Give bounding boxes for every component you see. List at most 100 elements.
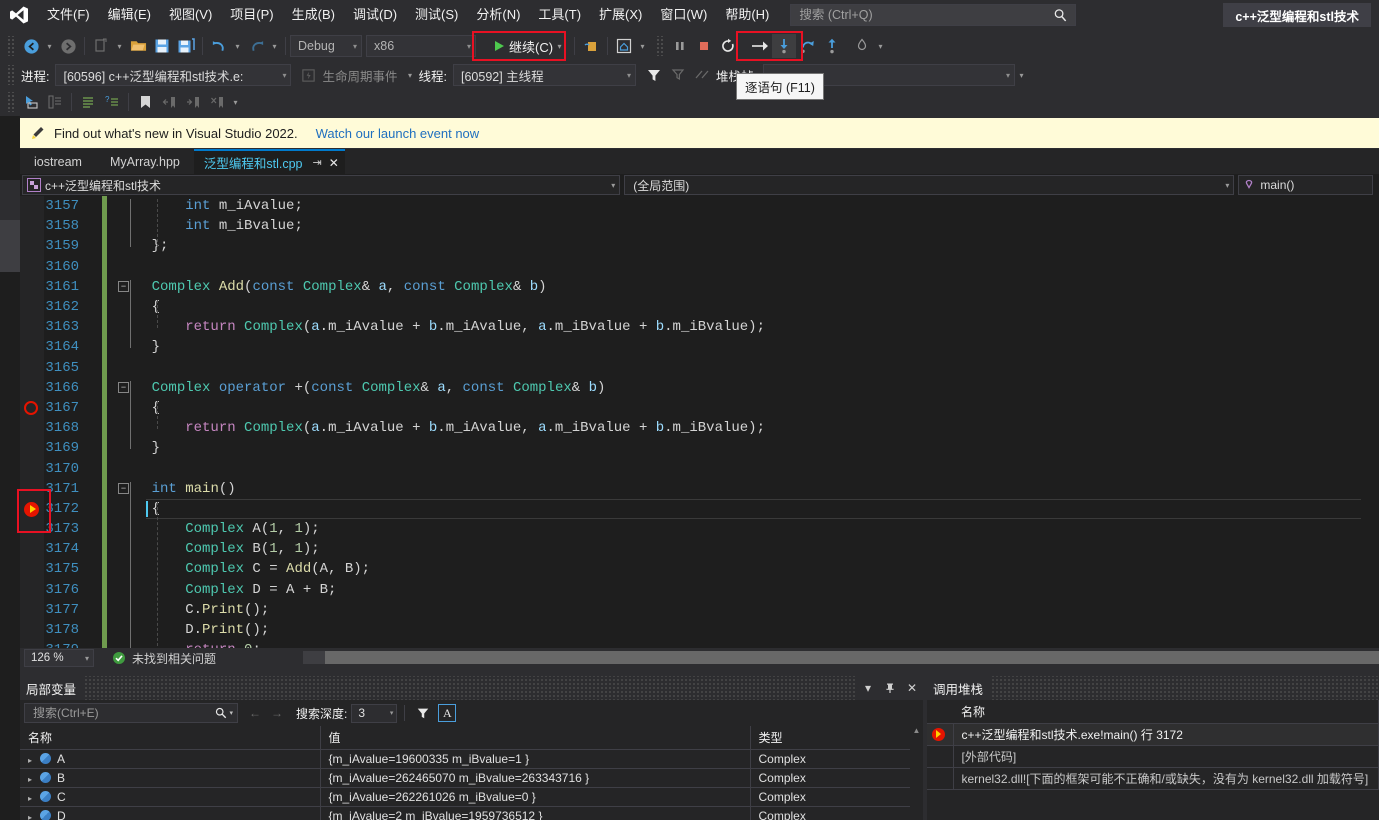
notification-link[interactable]: Watch our launch event now	[316, 126, 480, 141]
expand-row-icon[interactable]: ▸	[28, 794, 40, 803]
flag-filter-icon[interactable]	[666, 63, 690, 87]
locals-cell-name[interactable]: ▸ D	[20, 806, 321, 820]
menu-analyze[interactable]: 分析(N)	[467, 3, 529, 27]
uncomment-selection-icon[interactable]: ?	[100, 90, 124, 114]
hot-reload-icon[interactable]	[850, 34, 874, 58]
toolbar-grip[interactable]	[655, 36, 666, 56]
locals-vertical-scrollbar[interactable]: ▲	[910, 726, 923, 820]
search-options-dropdown[interactable]: ▾	[229, 709, 233, 717]
toolbar-grip[interactable]	[6, 65, 16, 85]
member-scope-combo[interactable]: (全局范围) ▾	[624, 175, 1235, 195]
menu-view[interactable]: 视图(V)	[160, 3, 221, 27]
code-editor[interactable]: 3157 int m_iAvalue; 3158 int m_iBvalue; 31…	[20, 196, 1379, 648]
locals-row[interactable]: ▸ C {m_iAvalue=262261026 m_iBvalue=0 } Comp…	[20, 787, 923, 807]
code-line[interactable]: 3166 Complex operator +(const Complex& a…	[20, 377, 1379, 398]
menu-build[interactable]: 生成(B)	[283, 3, 344, 27]
process-combo[interactable]: [60596] c++泛型编程和stl技术.e: ▾	[55, 64, 292, 86]
locals-col-type[interactable]: 类型	[750, 726, 923, 750]
parallel-stacks-icon[interactable]	[690, 63, 714, 87]
locals-search-box[interactable]: ▾	[24, 703, 238, 723]
call-stack-frame-name[interactable]: c++泛型编程和stl技术.exe!main() 行 3172	[953, 723, 1379, 746]
next-bookmark-icon[interactable]	[181, 90, 205, 114]
locals-cell-value[interactable]: {m_iAvalue=262261026 m_iBvalue=0 }	[320, 787, 751, 807]
code-line[interactable]: 3162 {	[20, 296, 1379, 318]
toolbar-grip[interactable]	[6, 36, 16, 56]
show-next-statement-icon[interactable]	[748, 34, 772, 58]
project-scope-combo[interactable]: c++泛型编程和stl技术 ▾	[22, 175, 621, 195]
code-line[interactable]: 3160	[20, 256, 1379, 277]
code-line[interactable]: 3168 return Complex(a.m_iAvalue + b.m_iA…	[20, 418, 1379, 439]
locals-row[interactable]: ▸ A {m_iAvalue=19600335 m_iBvalue=1 } Compl…	[20, 749, 923, 769]
funnel-icon[interactable]	[412, 702, 434, 724]
horizontal-scrollbar[interactable]	[303, 651, 1379, 664]
search-next-icon[interactable]: →	[266, 702, 288, 724]
clear-bookmarks-icon[interactable]	[205, 90, 229, 114]
code-line[interactable]: 3157 int m_iAvalue;	[20, 196, 1379, 217]
match-case-A-icon[interactable]: A	[438, 704, 457, 722]
call-stack-row[interactable]: c++泛型编程和stl技术.exe!main() 行 3172	[927, 723, 1379, 746]
code-line[interactable]: 3169 }	[20, 438, 1379, 459]
panel-drag-area[interactable]	[84, 676, 857, 700]
restart-icon[interactable]	[716, 34, 740, 58]
code-line[interactable]: 3161 Complex Add(const Complex& a, const…	[20, 276, 1379, 297]
locals-cell-name[interactable]: ▸ A	[20, 749, 321, 769]
previous-bookmark-icon[interactable]	[157, 90, 181, 114]
menu-debug[interactable]: 调试(D)	[344, 3, 406, 27]
live-visual-tree-icon[interactable]	[612, 34, 636, 58]
close-panel-icon[interactable]: ✕	[901, 677, 923, 699]
code-line[interactable]: 3163 return Complex(a.m_iAvalue + b.m_iA…	[20, 317, 1379, 338]
open-file-icon[interactable]	[126, 34, 150, 58]
navigate-back-icon[interactable]	[19, 34, 43, 58]
code-line[interactable]: 3165	[20, 357, 1379, 378]
redo-dropdown[interactable]: ▾	[268, 34, 281, 58]
toolbar-grip[interactable]	[6, 92, 16, 112]
editor-toolbar-overflow[interactable]: ▾	[229, 90, 242, 114]
pause-icon[interactable]	[668, 34, 692, 58]
navigate-back-dropdown[interactable]: ▾	[43, 34, 56, 58]
toggle-bookmark-icon[interactable]	[133, 90, 157, 114]
attach-process-icon[interactable]	[579, 34, 603, 58]
call-stack-frame-name[interactable]: kernel32.dll![下面的框架可能不正确和/或缺失，没有为 kernel…	[953, 767, 1379, 790]
code-line[interactable]: 3164 }	[20, 337, 1379, 358]
call-stack-col-name[interactable]: 名称	[953, 700, 1379, 724]
call-stack-row[interactable]: kernel32.dll![下面的框架可能不正确和/或缺失，没有为 kernel…	[927, 767, 1379, 790]
horizontal-scrollbar-thumb[interactable]	[325, 651, 1379, 664]
search-depth-combo[interactable]: 3 ▾	[351, 703, 398, 723]
configuration-combo[interactable]: Debug ▾	[290, 35, 362, 57]
save-all-icon[interactable]	[174, 34, 198, 58]
panel-menu-icon[interactable]: ▾	[857, 677, 879, 699]
menu-help[interactable]: 帮助(H)	[716, 3, 778, 27]
new-item-dropdown[interactable]: ▾	[113, 34, 126, 58]
locals-col-name[interactable]: 名称	[20, 726, 321, 750]
undo-icon[interactable]	[207, 34, 231, 58]
call-stack-frame-name[interactable]: [外部代码]	[953, 745, 1379, 768]
code-line[interactable]: 3178 D.Print();	[20, 619, 1379, 641]
tab-iostream[interactable]: iostream	[20, 149, 96, 174]
step-into-icon[interactable]	[772, 34, 797, 58]
breakpoint-icon[interactable]	[24, 400, 38, 415]
new-item-icon[interactable]	[89, 34, 113, 58]
close-tab-icon[interactable]: ✕	[329, 156, 339, 170]
menu-window[interactable]: 窗口(W)	[651, 3, 716, 27]
code-line[interactable]: 3158 int m_iBvalue;	[20, 216, 1379, 237]
panel-drag-area[interactable]	[991, 676, 1379, 700]
comment-selection-icon[interactable]	[76, 90, 100, 114]
code-line[interactable]: 3171 int main() −	[20, 478, 1379, 499]
scroll-up-icon[interactable]: ▲	[910, 726, 923, 739]
navigate-forward-icon[interactable]	[56, 34, 80, 58]
collapse-region-icon[interactable]: −	[118, 281, 129, 293]
code-line[interactable]: 3170	[20, 458, 1379, 479]
stop-icon[interactable]	[692, 34, 716, 58]
toggle-selection-icon[interactable]	[19, 90, 43, 114]
search-input[interactable]	[797, 7, 1048, 23]
locals-cell-value[interactable]: {m_iAvalue=19600335 m_iBvalue=1 }	[320, 749, 751, 769]
menu-file[interactable]: 文件(F)	[38, 3, 99, 27]
code-line[interactable]: 3175 Complex C = Add(A, B);	[20, 559, 1379, 580]
locals-cell-value[interactable]: {m_iAvalue=2 m_iBvalue=1959736512 }	[320, 806, 751, 820]
menu-project[interactable]: 项目(P)	[221, 3, 282, 27]
zoom-level-combo[interactable]: 126 % ▾	[24, 649, 94, 667]
step-out-icon[interactable]	[820, 34, 844, 58]
pin-panel-icon[interactable]	[879, 677, 901, 699]
menu-extensions[interactable]: 扩展(X)	[590, 3, 651, 27]
debug-toolbar-overflow[interactable]: ▾	[1015, 63, 1028, 87]
